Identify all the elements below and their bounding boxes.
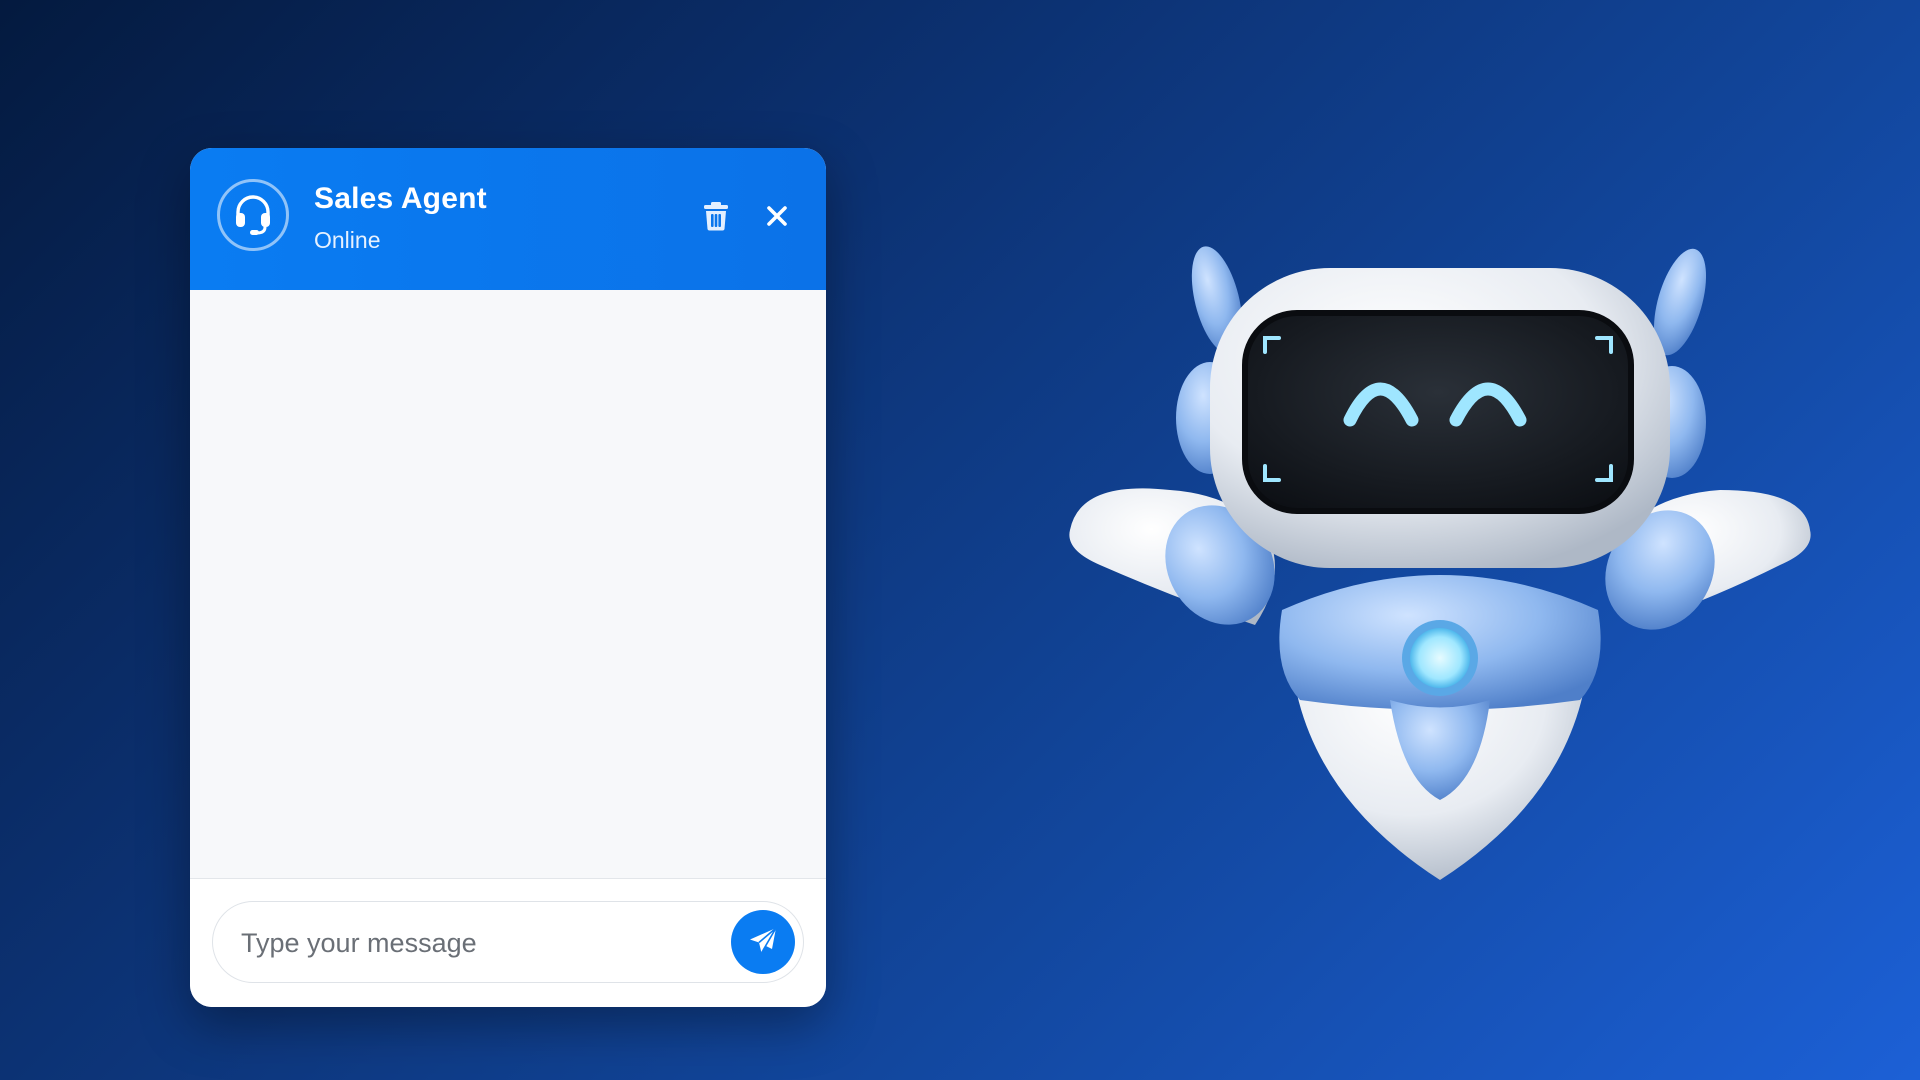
agent-status: Online — [314, 227, 381, 253]
send-button[interactable] — [731, 910, 795, 974]
message-input[interactable] — [239, 920, 703, 966]
agent-avatar — [217, 179, 289, 251]
chat-header: Sales Agent Online — [190, 148, 826, 290]
chat-widget: Sales Agent Online — [190, 148, 826, 1007]
close-icon — [766, 205, 788, 232]
robot-mascot-illustration — [1069, 246, 1811, 880]
chat-footer — [190, 878, 826, 1007]
clear-chat-button[interactable] — [694, 196, 738, 240]
trash-icon — [703, 201, 729, 236]
close-chat-button[interactable] — [755, 196, 799, 240]
page-background: Sales Agent Online — [0, 0, 1920, 1080]
paper-plane-icon — [747, 925, 779, 960]
agent-name: Sales Agent — [314, 182, 487, 215]
message-input-container — [212, 901, 804, 983]
chat-messages-area[interactable] — [190, 290, 826, 878]
